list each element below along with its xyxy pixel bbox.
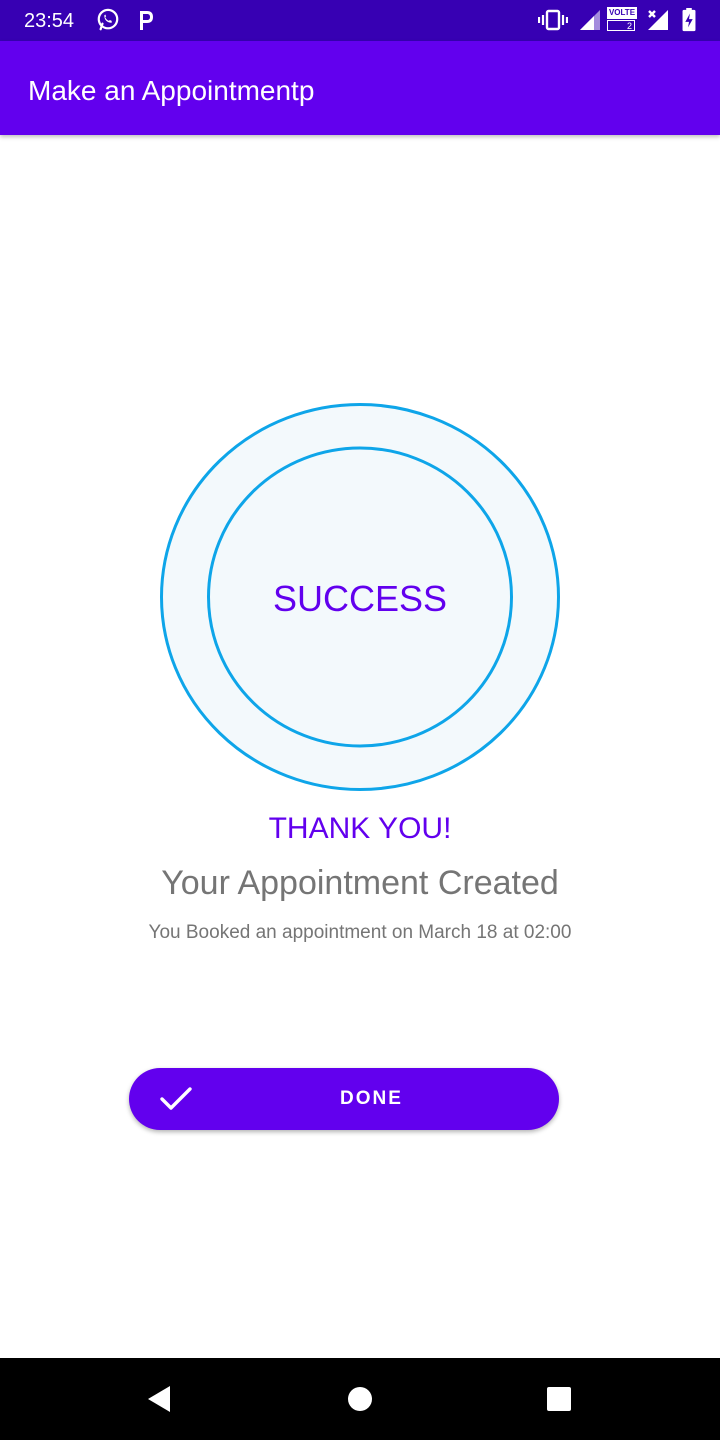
volte-icon: VOLTE 2 bbox=[607, 7, 637, 31]
home-icon[interactable] bbox=[343, 1382, 377, 1416]
whatsapp-icon bbox=[97, 8, 119, 31]
app-bar: Make an Appointmentp bbox=[0, 41, 720, 135]
recents-icon[interactable] bbox=[542, 1382, 576, 1416]
status-time: 23:54 bbox=[24, 10, 75, 32]
vibrate-icon bbox=[538, 9, 568, 31]
appointment-detail: You Booked an appointment on March 18 at… bbox=[148, 922, 572, 943]
done-button[interactable]: DONE bbox=[129, 1068, 559, 1130]
page-title: Make an Appointmentp bbox=[28, 75, 315, 106]
appointment-headline: Your Appointment Created bbox=[161, 864, 559, 902]
no-signal-icon bbox=[648, 10, 668, 30]
back-icon[interactable] bbox=[142, 1382, 176, 1416]
status-bar: 23:54 VOLTE 2 bbox=[0, 0, 720, 41]
battery-charging-icon bbox=[682, 8, 696, 32]
signal-icon bbox=[580, 10, 600, 30]
done-button-label: DONE bbox=[340, 1088, 403, 1109]
success-label: SUCCESS bbox=[272, 578, 448, 619]
parking-p-icon bbox=[140, 11, 153, 30]
navigation-bar bbox=[0, 1358, 720, 1440]
thank-you-text: THANK YOU! bbox=[268, 812, 452, 845]
